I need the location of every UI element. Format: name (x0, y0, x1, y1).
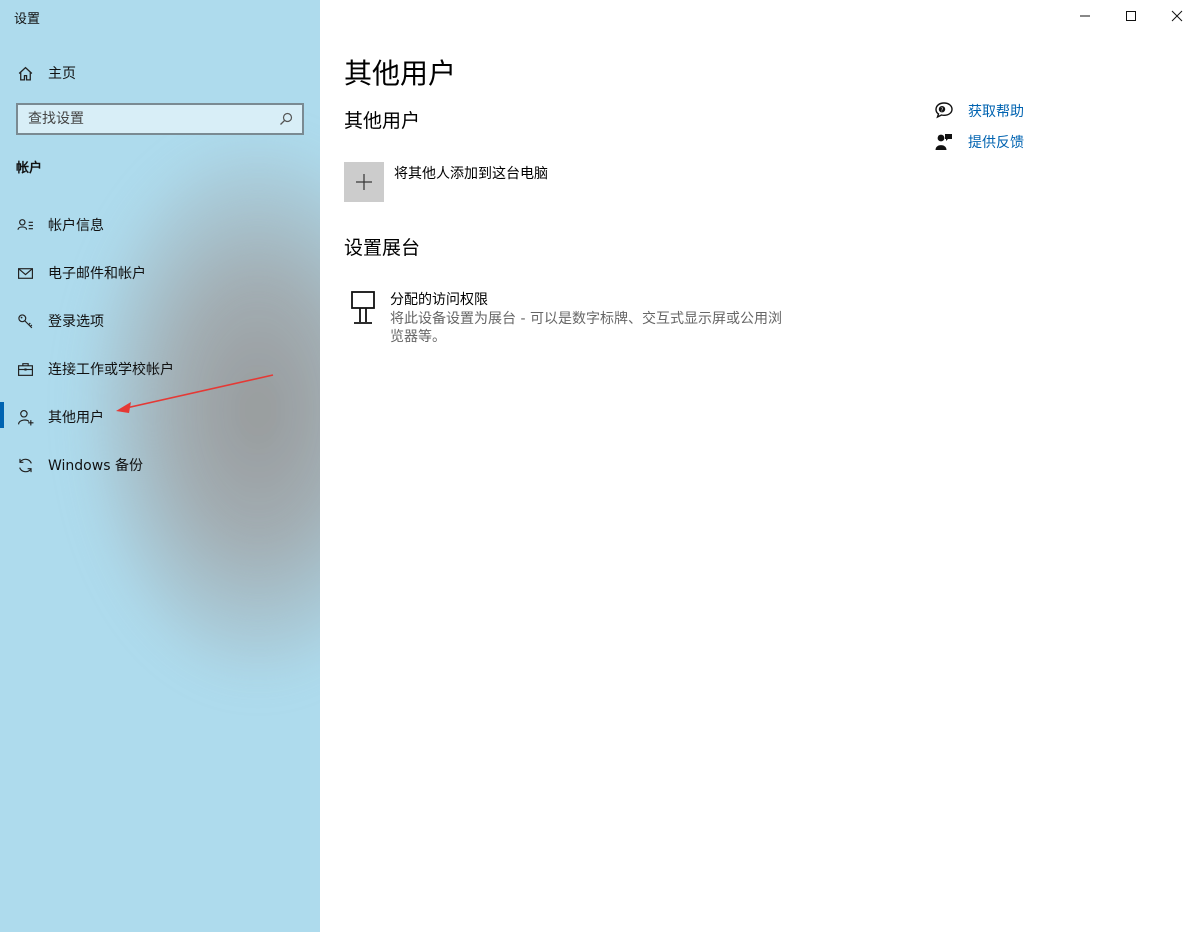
close-icon (1171, 10, 1183, 22)
home-button[interactable]: 主页 (0, 53, 320, 93)
sidebar: 设置 主页 帐户 帐户信息 电子邮件和帐户 登录选项 (0, 0, 320, 932)
kiosk-icon (351, 291, 375, 324)
sidebar-item-windows-backup[interactable]: Windows 备份 (0, 445, 320, 485)
minimize-button[interactable] (1062, 0, 1108, 32)
section-heading: 帐户 (16, 161, 43, 176)
account-info-icon (16, 216, 34, 234)
sidebar-item-label: 连接工作或学校帐户 (48, 362, 174, 378)
svg-text:?: ? (941, 107, 944, 113)
assigned-access-link[interactable]: 分配的访问权限 (390, 289, 488, 309)
assigned-access-description: 将此设备设置为展台 - 可以是数字标牌、交互式显示屏或公用浏览器等。 (390, 311, 782, 345)
sync-icon (16, 456, 34, 474)
search-input[interactable] (18, 110, 278, 128)
sidebar-item-label: 电子邮件和帐户 (48, 266, 146, 282)
plus-icon (356, 174, 372, 190)
sidebar-item-work-school[interactable]: 连接工作或学校帐户 (0, 349, 320, 389)
get-help-label: 获取帮助 (968, 104, 1024, 120)
kiosk-heading: 设置展台 (344, 237, 421, 259)
app-title: 设置 (14, 12, 41, 27)
search-box[interactable] (16, 103, 304, 135)
sidebar-item-label: 其他用户 (48, 410, 104, 426)
help-chat-icon: ? (935, 102, 953, 119)
maximize-button[interactable] (1108, 0, 1154, 32)
add-person-icon (16, 408, 34, 426)
home-label: 主页 (48, 66, 76, 82)
add-user-label[interactable]: 将其他人添加到这台电脑 (394, 163, 548, 183)
get-help-link[interactable]: ? 获取帮助 (934, 101, 1024, 121)
give-feedback-label: 提供反馈 (968, 135, 1024, 151)
sidebar-item-other-users[interactable]: 其他用户 (0, 397, 320, 437)
page-title: 其他用户 (344, 57, 457, 90)
sidebar-item-email[interactable]: 电子邮件和帐户 (0, 253, 320, 293)
minimize-icon (1080, 15, 1090, 17)
sidebar-item-label: 帐户信息 (48, 218, 104, 234)
sidebar-item-account-info[interactable]: 帐户信息 (0, 205, 320, 245)
give-feedback-link[interactable]: 提供反馈 (934, 132, 1024, 152)
add-user-button[interactable] (344, 162, 384, 202)
key-icon (16, 312, 34, 330)
search-icon[interactable] (278, 111, 294, 127)
sidebar-item-label: 登录选项 (48, 314, 104, 330)
close-button[interactable] (1154, 0, 1200, 32)
feedback-icon (935, 134, 952, 150)
main-content: 其他用户 其他用户 将其他人添加到这台电脑 设置展台 分配的访问权限 将此设备设… (320, 0, 1200, 932)
other-users-heading: 其他用户 (344, 110, 421, 132)
briefcase-icon (16, 360, 34, 378)
mail-icon (16, 264, 34, 282)
active-indicator (0, 402, 4, 428)
maximize-icon (1126, 11, 1136, 21)
home-icon (16, 64, 34, 82)
sidebar-item-sign-in-options[interactable]: 登录选项 (0, 301, 320, 341)
sidebar-item-label: Windows 备份 (48, 458, 143, 474)
